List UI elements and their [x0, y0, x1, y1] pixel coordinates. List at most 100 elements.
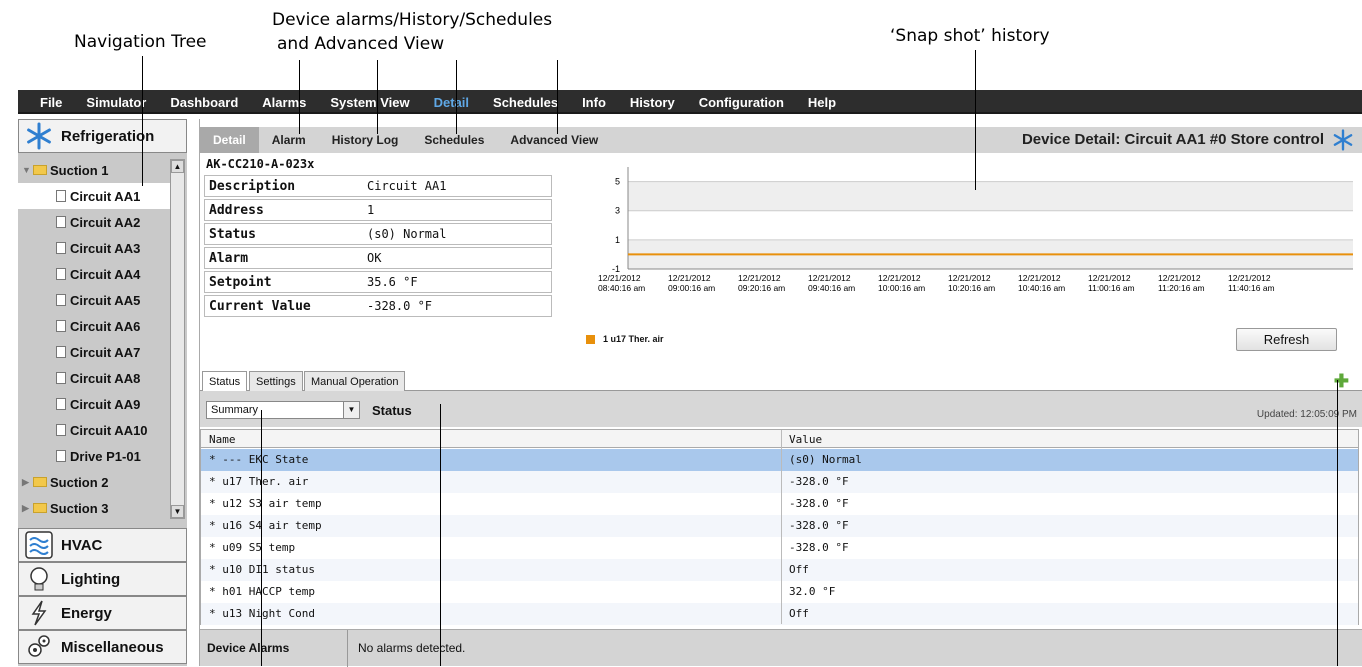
leader-line — [142, 56, 143, 186]
tree-item[interactable]: Circuit AA2 — [18, 209, 170, 235]
tab-schedules[interactable]: Schedules — [411, 127, 497, 153]
x-tick-label: 12/21/2012 — [738, 273, 781, 283]
bulb-icon — [23, 565, 55, 593]
category-lighting[interactable]: Lighting — [18, 562, 187, 596]
menu-simulator[interactable]: Simulator — [86, 95, 146, 110]
property-key: Description — [209, 178, 296, 194]
property-row: Address 1 — [204, 199, 552, 221]
property-key: Setpoint — [209, 274, 272, 290]
tree-item[interactable]: Circuit AA6 — [18, 313, 170, 339]
document-icon — [56, 372, 66, 384]
refresh-button[interactable]: Refresh — [1236, 328, 1337, 351]
menu-system-view[interactable]: System View — [330, 95, 409, 110]
scroll-up-icon[interactable]: ▲ — [171, 160, 184, 173]
tree-item-label: Circuit AA1 — [70, 188, 141, 204]
table-row[interactable]: * u10 DI1 status Off — [201, 559, 1358, 581]
callout-advanced-view: and Advanced View — [277, 34, 445, 54]
property-row: Setpoint 35.6 °F — [204, 271, 552, 293]
cell-value: -328.0 °F — [789, 475, 849, 488]
tab-history-log[interactable]: History Log — [319, 127, 412, 153]
table-row[interactable]: * h01 HACCP temp 32.0 °F — [201, 581, 1358, 603]
tab-manual-operation[interactable]: Manual Operation — [304, 371, 406, 391]
scroll-down-icon[interactable]: ▼ — [171, 505, 184, 518]
property-value: (s0) Normal — [367, 227, 447, 241]
tree-scrollbar[interactable]: ▲ ▼ — [170, 159, 185, 519]
category-refrigeration[interactable]: Refrigeration — [18, 119, 187, 153]
tree-item[interactable]: Circuit AA9 — [18, 391, 170, 417]
x-tick-label: 11:40:16 am — [1228, 283, 1275, 293]
menu-schedules[interactable]: Schedules — [493, 95, 558, 110]
tree-item-label: Suction 2 — [50, 474, 109, 490]
expand-down-icon[interactable]: ▼ — [22, 165, 31, 175]
document-icon — [56, 398, 66, 410]
x-tick-label: 12/21/2012 — [948, 273, 991, 283]
property-value: -328.0 °F — [367, 299, 433, 313]
device-title: Device Detail: Circuit AA1 #0 Store cont… — [1021, 131, 1324, 148]
document-icon — [56, 190, 66, 202]
tree-item[interactable]: Circuit AA1 — [18, 183, 170, 209]
cell-name: * u16 S4 air temp — [209, 519, 322, 532]
y-tick-label: 1 — [615, 235, 620, 245]
expand-right-icon[interactable]: ▶ — [22, 477, 31, 488]
status-heading: Status — [372, 403, 412, 418]
table-row[interactable]: * u17 Ther. air -328.0 °F — [201, 471, 1358, 493]
tab-settings[interactable]: Settings — [249, 371, 303, 391]
tab-alarm[interactable]: Alarm — [259, 127, 319, 153]
table-row[interactable]: * --- EKC State (s0) Normal — [201, 449, 1358, 471]
table-row[interactable]: * u09 S5 temp -328.0 °F — [201, 537, 1358, 559]
tab-advanced-view[interactable]: Advanced View — [497, 127, 611, 153]
tree-item-label: Circuit AA7 — [70, 344, 141, 360]
menu-info[interactable]: Info — [582, 95, 606, 110]
callout-device-alarms: Device alarms/History/Schedules — [272, 10, 553, 30]
tree-item[interactable]: Circuit AA5 — [18, 287, 170, 313]
x-tick-label: 12/21/2012 — [668, 273, 711, 283]
menu-help[interactable]: Help — [808, 95, 836, 110]
leader-line — [299, 60, 300, 134]
x-tick-label: 09:20:16 am — [738, 283, 785, 293]
menu-history[interactable]: History — [630, 95, 675, 110]
cell-value: -328.0 °F — [789, 497, 849, 510]
x-tick-label: 11:00:16 am — [1088, 283, 1135, 293]
property-row: Status (s0) Normal — [204, 223, 552, 245]
folder-icon — [33, 165, 47, 175]
column-value[interactable]: Value — [789, 433, 822, 446]
tree-item[interactable]: Circuit AA7 — [18, 339, 170, 365]
tree-item[interactable]: ▶ Suction 2 — [18, 469, 170, 495]
x-tick-label: 12/21/2012 — [1228, 273, 1271, 283]
column-divider — [781, 430, 782, 624]
table-row[interactable]: * u12 S3 air temp -328.0 °F — [201, 493, 1358, 515]
tree-item[interactable]: Circuit AA3 — [18, 235, 170, 261]
property-value: OK — [367, 251, 382, 265]
tree-item-label: Circuit AA6 — [70, 318, 141, 334]
menu-file[interactable]: File — [40, 95, 62, 110]
table-row[interactable]: * u13 Night Cond Off — [201, 603, 1358, 625]
table-row[interactable]: * u16 S4 air temp -328.0 °F — [201, 515, 1358, 537]
cell-value: 32.0 °F — [789, 585, 836, 598]
document-icon — [56, 216, 66, 228]
leader-line — [557, 60, 558, 134]
tree-item[interactable]: Circuit AA8 — [18, 365, 170, 391]
callout-navigation-tree: Navigation Tree — [74, 32, 207, 52]
expand-right-icon[interactable]: ▶ — [22, 503, 31, 514]
category-label: Lighting — [61, 570, 121, 588]
tree-item[interactable]: ▼ Suction 1 — [18, 157, 170, 183]
tab-detail[interactable]: Detail — [200, 127, 259, 153]
lightning-icon — [23, 599, 55, 627]
cell-value: -328.0 °F — [789, 541, 849, 554]
category-energy[interactable]: Energy — [18, 596, 187, 630]
summary-select[interactable]: Summary ▼ — [206, 401, 360, 419]
device-detail-panel: Detail Alarm History Log Schedules Advanced … — [199, 119, 1362, 667]
column-name[interactable]: Name — [209, 433, 236, 446]
menu-detail[interactable]: Detail — [434, 95, 469, 110]
tab-status[interactable]: Status — [202, 371, 248, 391]
tree-item[interactable]: Circuit AA10 — [18, 417, 170, 443]
tree-item[interactable]: Drive P1-01 — [18, 443, 170, 469]
tree-item[interactable]: Circuit AA4 — [18, 261, 170, 287]
menu-configuration[interactable]: Configuration — [699, 95, 784, 110]
tree-item[interactable]: ▶ Suction 3 — [18, 495, 170, 521]
category-hvac[interactable]: HVAC — [18, 528, 187, 562]
menu-dashboard[interactable]: Dashboard — [170, 95, 238, 110]
category-miscellaneous[interactable]: Miscellaneous — [18, 630, 187, 664]
chevron-down-icon[interactable]: ▼ — [343, 402, 359, 418]
cell-name: * u12 S3 air temp — [209, 497, 322, 510]
